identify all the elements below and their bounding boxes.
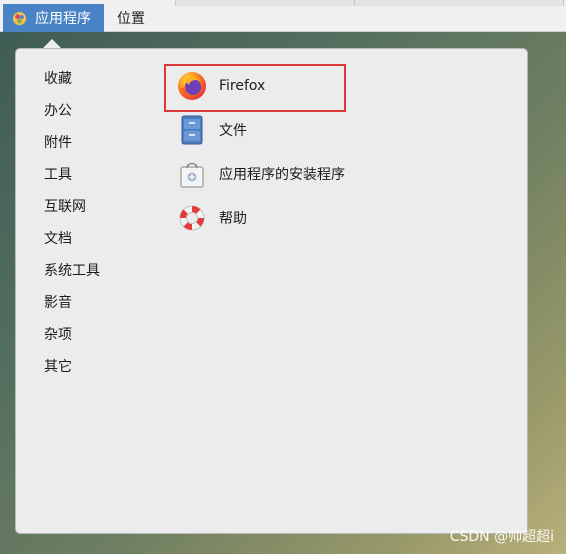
category-item-documents[interactable]: 文档 — [44, 223, 164, 255]
category-item-office[interactable]: 办公 — [44, 95, 164, 127]
app-item-software-installer[interactable]: 应用程序的安装程序 — [164, 152, 464, 196]
software-bag-icon — [180, 162, 204, 188]
app-item-label: 应用程序的安装程序 — [219, 167, 345, 183]
places-menu-label: 位置 — [117, 11, 145, 27]
app-item-files[interactable]: 文件 — [164, 108, 464, 152]
category-item-sound-video[interactable]: 影音 — [44, 287, 164, 319]
gnome-foot-icon — [12, 11, 27, 25]
app-list: Firefox 文件 应用程序的安装程序 帮助 — [164, 64, 464, 240]
app-item-label: 帮助 — [219, 211, 247, 227]
category-item-favorites[interactable]: 收藏 — [44, 63, 164, 95]
category-item-system-tools[interactable]: 系统工具 — [44, 255, 164, 287]
top-panel-strip — [354, 0, 564, 6]
watermark-text: CSDN @帅超超i — [449, 529, 554, 545]
app-item-label: Firefox — [219, 78, 266, 94]
applications-menu-button[interactable]: 应用程序 — [3, 4, 104, 32]
applications-menu-popup: 收藏 办公 附件 工具 互联网 文档 系统工具 影音 杂项 其它 Firefox… — [15, 48, 528, 534]
category-item-accessories[interactable]: 附件 — [44, 127, 164, 159]
category-list: 收藏 办公 附件 工具 互联网 文档 系统工具 影音 杂项 其它 — [44, 63, 164, 383]
category-item-utilities[interactable]: 工具 — [44, 159, 164, 191]
category-item-other[interactable]: 其它 — [44, 351, 164, 383]
file-cabinet-icon — [181, 115, 203, 145]
category-item-sundry[interactable]: 杂项 — [44, 319, 164, 351]
app-item-firefox[interactable]: Firefox — [164, 64, 464, 112]
top-panel-strip — [175, 0, 355, 6]
top-panel: 应用程序 位置 — [0, 0, 566, 32]
category-item-internet[interactable]: 互联网 — [44, 191, 164, 223]
places-menu-button[interactable]: 位置 — [110, 4, 152, 32]
applications-menu-label: 应用程序 — [35, 11, 91, 27]
lifebuoy-icon — [179, 205, 205, 231]
app-item-label: 文件 — [219, 123, 247, 139]
app-item-help[interactable]: 帮助 — [164, 196, 464, 240]
firefox-icon — [178, 72, 206, 100]
